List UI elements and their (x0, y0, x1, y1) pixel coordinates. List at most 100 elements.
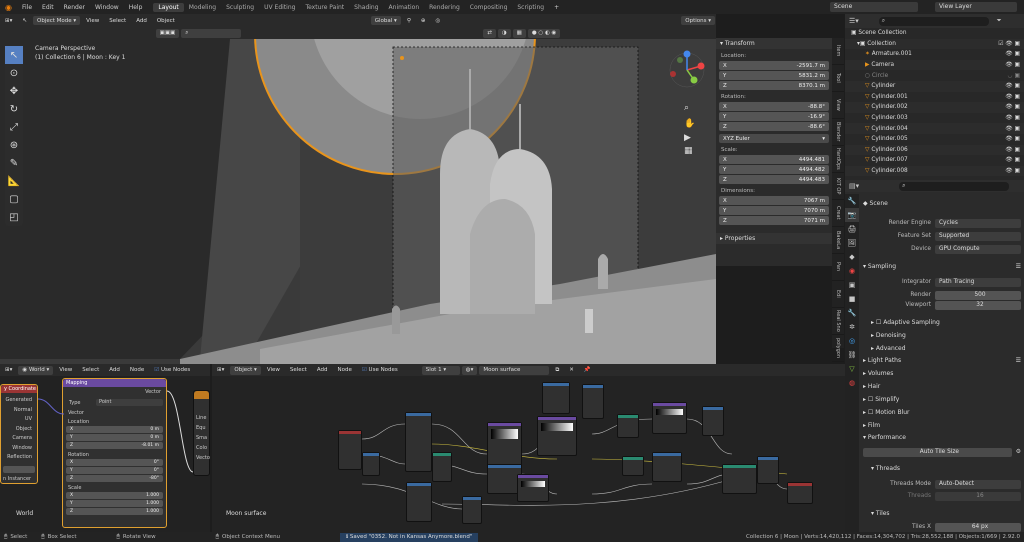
visibility-icon[interactable]: 👁 ▣ (1005, 126, 1024, 132)
workspace-tab-modeling[interactable]: Modeling (184, 3, 221, 12)
annotate-tool-icon[interactable]: ✎ (5, 154, 23, 172)
material-node[interactable] (652, 402, 687, 434)
visibility-icon[interactable]: 👁 ▣ (1005, 136, 1024, 142)
material-node[interactable] (542, 382, 570, 414)
transform-orientation-dropdown[interactable]: Global ▾ (370, 16, 401, 25)
menu-help[interactable]: Help (124, 4, 148, 11)
workspace-tab-texture-paint[interactable]: Texture Paint (300, 3, 349, 12)
volumes-section[interactable]: ▸ Volumes (863, 368, 1021, 379)
outliner-item[interactable]: ▾▣ Collection ☑ 👁 ▣ (845, 38, 1024, 50)
mapping-scale-x[interactable]: X 1.000 (66, 492, 163, 499)
sidebar-tab-item[interactable]: Item (832, 38, 844, 65)
workspace-tab-rendering[interactable]: Rendering (424, 3, 465, 12)
outliner-item[interactable]: ▽ Cylinder.005 👁 ▣ (845, 134, 1024, 145)
menu-edit[interactable]: Edit (37, 4, 59, 11)
object-field[interactable] (3, 465, 35, 473)
particles-tab-icon[interactable]: ✲ (845, 320, 859, 334)
mapping-type-dropdown[interactable]: Point (96, 399, 163, 406)
material-node[interactable] (517, 474, 549, 502)
material-node-editor[interactable]: ⊞▾ Object ▾ View Select Add Node ☑ Use N… (212, 364, 845, 532)
sidebar-tab-view[interactable]: View (832, 92, 844, 119)
material-node[interactable] (487, 422, 522, 467)
workspace-tab-scripting[interactable]: Scripting (512, 3, 549, 12)
outliner-type-icon[interactable]: ☰▾ (849, 17, 859, 25)
shading-modes-icon[interactable]: ● ○ ◐ ◉ (527, 28, 561, 38)
scale-z-field[interactable]: Z 4494.483 (719, 175, 829, 184)
constraints-tab-icon[interactable]: ⛓ (845, 348, 859, 362)
performance-section[interactable]: ▾ Performance (863, 432, 1021, 443)
outliner-item[interactable]: ▽ Cylinder 👁 ▣ (845, 80, 1024, 92)
visibility-icon[interactable]: 👁 ▣ (1005, 147, 1024, 153)
select-mode-icon[interactable]: ↖ (18, 16, 31, 25)
modifier-tab-icon[interactable]: 🔧 (845, 306, 859, 320)
texture-node-partial[interactable]: Line Equ Sma Colo Vecto (193, 390, 210, 476)
transform-panel-header[interactable]: ▾ Transform (716, 38, 832, 49)
scene-selector[interactable]: Scene (830, 2, 918, 12)
sidebar-tab-pan[interactable]: Pan (832, 254, 844, 281)
filter-icon[interactable]: ⏷ (997, 17, 1002, 25)
visibility-icon[interactable]: 👁 ▣ (1005, 94, 1024, 100)
list-icon[interactable]: ☰ (1016, 357, 1021, 364)
material-node[interactable] (652, 452, 682, 482)
viewport-menu-object[interactable]: Object (153, 16, 179, 25)
xray-icon[interactable]: ▦ (512, 28, 526, 38)
visibility-icon[interactable]: 👁 ▣ (1005, 83, 1024, 89)
mapping-node[interactable]: Mapping Vector Type Point Vector Locatio… (62, 378, 167, 528)
object-mode-dropdown[interactable]: Object Mode ▾ (32, 16, 81, 25)
workspace-tab-compositing[interactable]: Compositing (465, 3, 513, 12)
location-x-field[interactable]: X -2591.7 m (719, 61, 829, 70)
blender-logo-icon[interactable]: ◉ (0, 3, 17, 12)
material-node[interactable] (405, 412, 432, 472)
outliner-item[interactable]: ▽ Cylinder.003 👁 ▣ (845, 113, 1024, 124)
location-z-field[interactable]: Z 8370.1 m (719, 81, 829, 90)
mapping-scale-y[interactable]: Y 1.000 (66, 500, 163, 507)
properties-search-input[interactable]: ⌕ (899, 181, 1010, 191)
visibility-icon[interactable]: 👁 ▣ (1005, 157, 1024, 163)
viewport-menu-add[interactable]: Add (132, 16, 151, 25)
material-node[interactable] (702, 406, 724, 436)
world-tab-icon[interactable]: ◉ (845, 264, 859, 278)
integrator-dropdown[interactable]: Path Tracing (935, 277, 1021, 287)
material-node[interactable] (617, 414, 639, 438)
data-tab-icon[interactable]: ▽ (845, 362, 859, 376)
material-output-node[interactable] (787, 482, 813, 504)
menu-render[interactable]: Render (59, 4, 90, 11)
rotation-x-field[interactable]: X -88.8° (719, 102, 829, 111)
rotate-tool-icon[interactable]: ↻ (5, 100, 23, 118)
mapping-rotation-x[interactable]: X 0° (66, 459, 163, 466)
outliner-item[interactable]: ▽ Cylinder.001 👁 ▣ (845, 92, 1024, 103)
sidebar-tab-tool[interactable]: Tool (832, 65, 844, 92)
world-context-dropdown[interactable]: ◉ World ▾ (18, 365, 54, 375)
workspace-tab-layout[interactable]: Layout (153, 2, 184, 12)
mapping-location-z[interactable]: Z -8.01 m (66, 442, 163, 449)
render-samples-field[interactable]: 500 (935, 290, 1021, 300)
outliner-item[interactable]: ▶ Camera 👁 ▣ (845, 59, 1024, 71)
mapping-rotation-z[interactable]: Z -80° (66, 475, 163, 482)
extra-tool-icon[interactable]: ◰ (5, 208, 23, 226)
sidebar-tab-blender[interactable]: Blender (832, 119, 844, 146)
mapping-scale-z[interactable]: Z 1.000 (66, 508, 163, 515)
mapping-location-x[interactable]: X 0 m (66, 426, 163, 433)
menu-window[interactable]: Window (90, 4, 124, 11)
editor-type-icon[interactable]: ⊞▾ (1, 366, 16, 375)
threads-count-field[interactable]: 16 (935, 491, 1021, 501)
properties-panel-header[interactable]: ▸ Properties (716, 233, 832, 244)
denoising-section[interactable]: ▸ Denoising (863, 330, 1021, 341)
view-layer-selector[interactable]: View Layer (935, 2, 1017, 12)
material-node[interactable] (582, 384, 604, 419)
sidebar-tab-create[interactable]: Creat (832, 200, 844, 227)
use-nodes-checkbox[interactable]: ☑ Use Nodes (150, 366, 194, 375)
dimensions-y-field[interactable]: Y 7070 m (719, 206, 829, 215)
cursor-tool-icon[interactable]: ⊙ (5, 64, 23, 82)
3d-viewport[interactable]: ⊞▾ ↖ Object Mode ▾ View Select Add Objec… (0, 14, 716, 364)
object-tab-icon[interactable]: ■ (845, 292, 859, 306)
sampling-section[interactable]: ▾ Sampling ☰ (863, 261, 1021, 272)
collection-tab-icon[interactable]: ▣ (845, 278, 859, 292)
move-tool-icon[interactable]: ✥ (5, 82, 23, 100)
outliner-item[interactable]: ▽ Cylinder.004 👁 ▣ (845, 123, 1024, 134)
gizmo-toggle-icon[interactable]: ⇄ (483, 28, 496, 38)
outliner-search-input[interactable]: ⌕ (878, 16, 989, 26)
gear-icon[interactable]: ⚙ (1012, 449, 1021, 455)
visibility-icon[interactable]: 👁 ▣ (1005, 115, 1024, 121)
overlay-toggle-icon[interactable]: ▣▣▣ (155, 28, 180, 38)
